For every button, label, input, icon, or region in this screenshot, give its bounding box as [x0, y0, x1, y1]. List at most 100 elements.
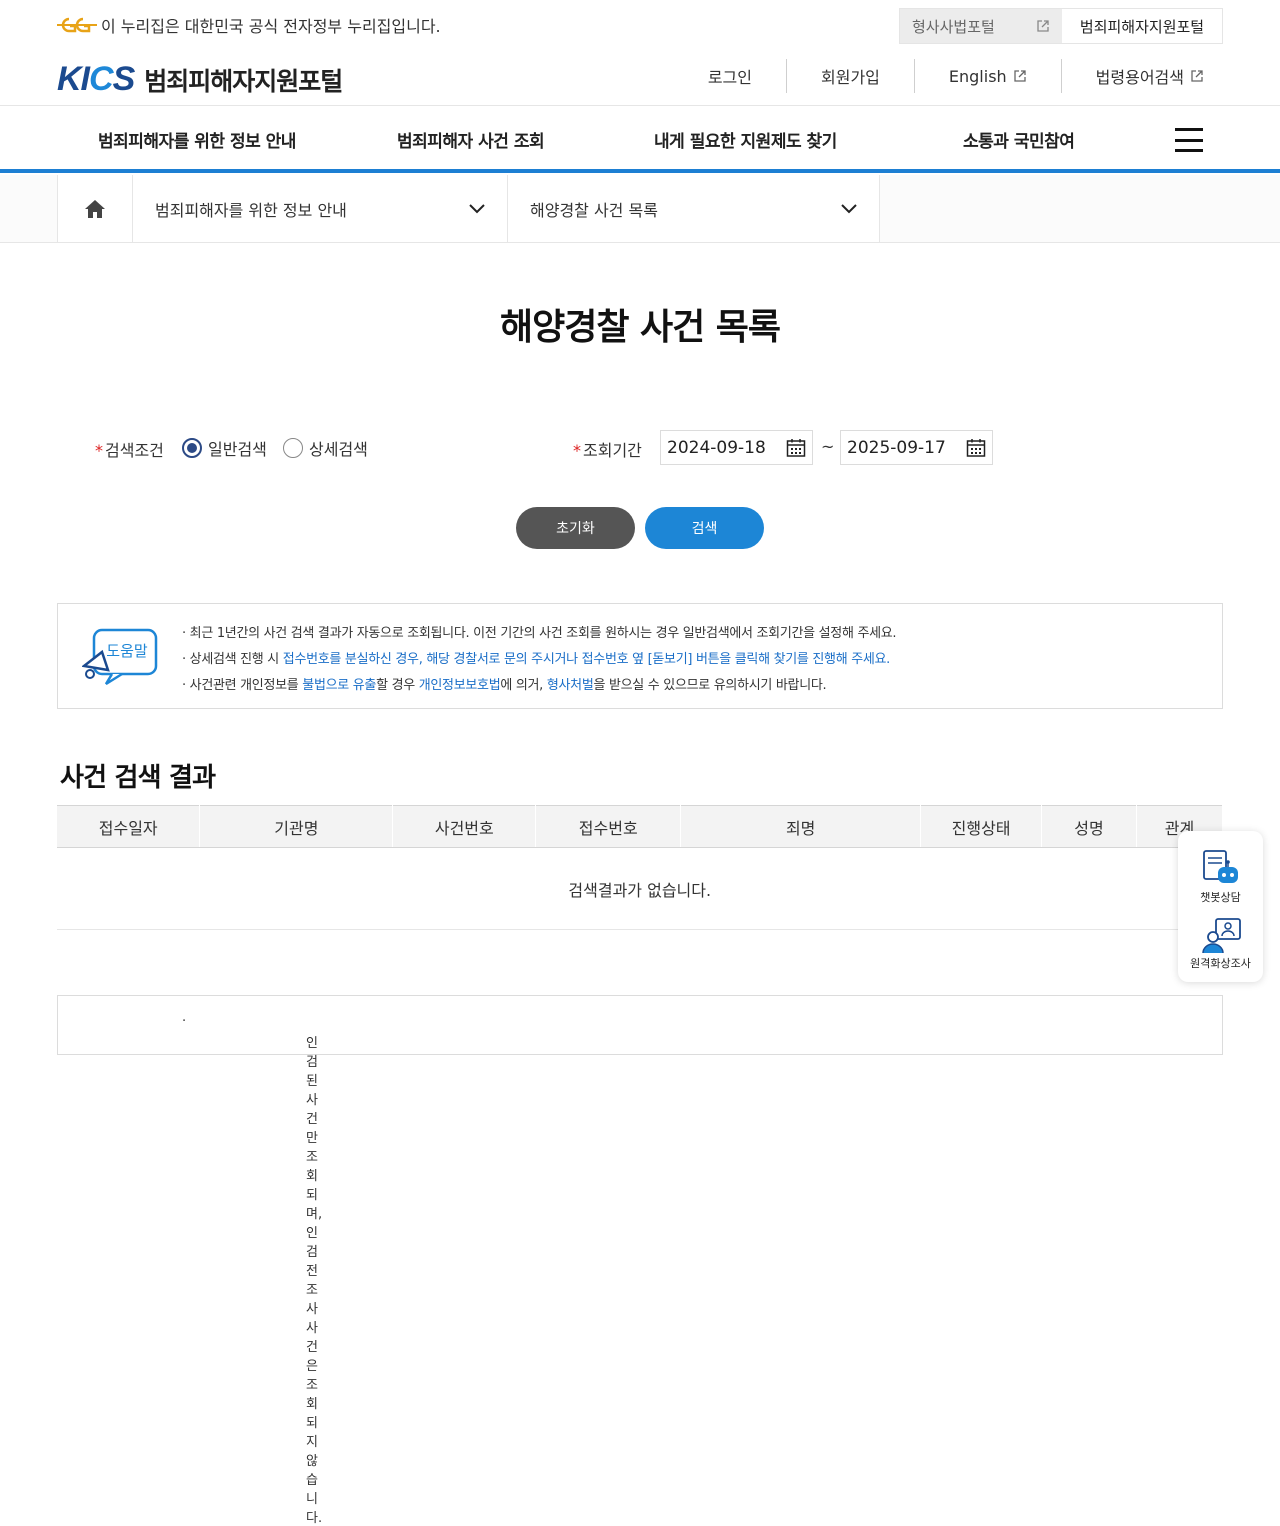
gnb-participation[interactable]: 소통과 국민참여	[963, 127, 1075, 152]
required-mark: *	[95, 441, 103, 460]
help-line-3: · 사건관련 개인정보를 불법으로 유출할 경우 개인정보보호법에 의거, 형사…	[182, 678, 827, 693]
search-condition-label: * 검색조건	[95, 437, 164, 461]
radio-detail-indicator[interactable]	[283, 438, 303, 458]
date-to-value[interactable]: 2025-09-17	[847, 438, 946, 458]
home-button[interactable]	[57, 175, 133, 242]
help-line-3-text: 에 의거,	[500, 678, 547, 693]
help-line-2-text: 상세검색 진행 시	[189, 652, 283, 667]
help2-line-1-text: 인검된 사건만 조회되며, 인검 전 조사 사건은 조회되지 않습니다.	[306, 1036, 323, 1526]
chatbot-icon	[1202, 850, 1238, 883]
date-from-field[interactable]: 2024-09-18	[660, 430, 813, 465]
calendar-icon[interactable]	[966, 438, 986, 458]
radio-detail-search[interactable]: 상세검색	[283, 436, 368, 460]
date-from-value[interactable]: 2024-09-18	[667, 438, 766, 458]
gov-symbol-icon	[57, 17, 97, 33]
remote-video-button[interactable]: 원격화상조사	[1178, 915, 1263, 971]
breadcrumb: 범죄피해자를 위한 정보 안내 해양경찰 사건 목록	[0, 175, 1280, 243]
column-header: 접수일자	[57, 805, 201, 848]
breadcrumb-level2-select[interactable]: 해양경찰 사건 목록	[508, 175, 880, 242]
chatbot-label: 챗봇상담	[1200, 891, 1241, 904]
chatbot-button[interactable]: 챗봇상담	[1178, 849, 1263, 905]
search-form: * 검색조건 일반검색 상세검색 * 조회기간 2024-09-18 ~ 2025-…	[0, 428, 1280, 468]
column-header: 죄명	[680, 805, 922, 848]
chevron-down-icon	[841, 203, 857, 213]
megaphone-help-icon: 도움말	[82, 628, 158, 686]
gnb-case-lookup[interactable]: 범죄피해자 사건 조회	[397, 127, 545, 152]
english-link[interactable]: English	[915, 59, 1062, 93]
site-header: KICS 범죄피해자지원포털 로그인 회원가입 English 법령용어검색	[0, 50, 1280, 106]
site-name: 범죄피해자지원포털	[144, 66, 343, 96]
period-label: * 조회기간	[573, 437, 642, 461]
results-table: 접수일자 기관명 사건번호 접수번호 죄명 진행상태 성명 관계 검색결과가 없…	[57, 805, 1223, 930]
help-line-2: · 상세검색 진행 시 접수번호를 분실하신 경우, 해당 경찰서로 문의 주시…	[182, 652, 891, 667]
breadcrumb-level1-label: 범죄피해자를 위한 정보 안내	[155, 200, 347, 220]
external-link-icon	[1037, 20, 1049, 32]
signup-link[interactable]: 회원가입	[787, 59, 915, 93]
radio-detail-label: 상세검색	[309, 440, 368, 459]
page-title: 해양경찰 사건 목록	[499, 307, 781, 348]
help-lines: · 최근 1년간의 사건 검색 결과가 자동으로 조회됩니다. 이전 기간의 사…	[182, 621, 897, 699]
remote-video-label: 원격화상조사	[1190, 957, 1251, 970]
english-label: English	[948, 66, 1007, 86]
help-line-3-highlight: 개인정보보호법	[418, 678, 501, 693]
results-title: 사건 검색 결과	[60, 763, 216, 793]
help-line-3-text: 할 경우	[376, 678, 419, 693]
link-label: 형사사법포털	[912, 17, 995, 36]
help-line-2-highlight: 접수번호를 분실하신 경우, 해당 경찰서로 문의 주시거나 접수번호 옆 [돋…	[282, 652, 891, 667]
reset-button[interactable]: 초기화	[516, 507, 635, 549]
kics-logo: KICS	[57, 60, 135, 98]
column-header: 접수번호	[535, 805, 682, 848]
date-range-separator: ~	[821, 437, 835, 456]
family-site-links: 형사사법포털 범죄피해자지원포털	[899, 8, 1223, 44]
gnb-victim-info[interactable]: 범죄피해자를 위한 정보 안내	[98, 127, 296, 152]
radio-general-search[interactable]: 일반검색	[182, 436, 267, 460]
external-link-icon	[1014, 70, 1026, 82]
help-box: 도움말 · 최근 1년간의 사건 검색 결과가 자동으로 조회됩니다. 이전 기…	[57, 603, 1223, 709]
login-link[interactable]: 로그인	[674, 59, 787, 93]
gnb-support-finder[interactable]: 내게 필요한 지원제도 찾기	[654, 127, 837, 152]
video-call-icon	[1201, 918, 1241, 954]
search-condition-text: 검색조건	[105, 441, 164, 460]
gov-bar: 이 누리집은 대한민국 공식 전자정부 누리집입니다. 형사사법포털 범죄피해자…	[0, 0, 1280, 50]
empty-results-message: 검색결과가 없습니다.	[57, 847, 1223, 930]
radio-general-indicator[interactable]	[182, 438, 202, 458]
help-line-3-text: 사건관련 개인정보를	[189, 678, 303, 693]
gov-notice: 이 누리집은 대한민국 공식 전자정부 누리집입니다.	[57, 13, 441, 37]
period-text: 조회기간	[583, 441, 642, 460]
link-label: 범죄피해자지원포털	[1079, 17, 1205, 36]
date-to-field[interactable]: 2025-09-17	[840, 430, 993, 465]
table-header-row: 접수일자 기관명 사건번호 접수번호 죄명 진행상태 성명 관계	[57, 805, 1223, 848]
help-line-1: · 최근 1년간의 사건 검색 결과가 자동으로 조회됩니다. 이전 기간의 사…	[182, 626, 897, 641]
column-header: 사건번호	[392, 805, 537, 848]
legal-term-search-link[interactable]: 법령용어검색	[1062, 59, 1204, 93]
help-box-2: · 인검된 사건만 조회되며, 인검 전 조사 사건은 조회되지 않습니다.	[57, 995, 1223, 1526]
gov-notice-text: 이 누리집은 대한민국 공식 전자정부 누리집입니다.	[101, 17, 441, 36]
main-navigation: 범죄피해자를 위한 정보 안내 범죄피해자 사건 조회 내게 필요한 지원제도 …	[0, 107, 1280, 173]
external-link-icon	[1191, 70, 1203, 82]
utility-menu: 로그인 회원가입 English 법령용어검색	[674, 59, 1204, 93]
link-victim-support-portal[interactable]: 범죄피해자지원포털	[1062, 9, 1222, 43]
search-button[interactable]: 검색	[645, 507, 764, 549]
help-icon-text: 도움말	[106, 642, 148, 660]
calendar-icon[interactable]	[786, 438, 806, 458]
table-row: 검색결과가 없습니다.	[57, 847, 1223, 930]
legal-term-label: 법령용어검색	[1095, 68, 1184, 87]
radio-general-label: 일반검색	[208, 440, 267, 459]
column-header: 성명	[1041, 805, 1137, 848]
column-header: 진행상태	[920, 805, 1043, 848]
column-header: 기관명	[199, 805, 394, 848]
link-criminal-justice-portal[interactable]: 형사사법포털	[900, 9, 1062, 43]
help2-line-1: · 인검된 사건만 조회되며, 인검 전 조사 사건은 조회되지 않습니다.	[182, 1014, 323, 1526]
help-line-3-text: 을 받으실 수 있으므로 유의하시기 바랍니다.	[593, 678, 827, 693]
menu-icon[interactable]	[1175, 128, 1203, 152]
site-logo[interactable]: KICS 범죄피해자지원포털	[57, 60, 343, 99]
quick-menu: 챗봇상담 원격화상조사	[1178, 831, 1263, 982]
login-label: 로그인	[707, 68, 752, 87]
chevron-down-icon	[469, 203, 485, 213]
signup-label: 회원가입	[821, 68, 880, 87]
help-line-1-text: 최근 1년간의 사건 검색 결과가 자동으로 조회됩니다. 이전 기간의 사건 …	[189, 626, 897, 641]
breadcrumb-level1-select[interactable]: 범죄피해자를 위한 정보 안내	[133, 175, 508, 242]
breadcrumb-level2-label: 해양경찰 사건 목록	[530, 200, 658, 220]
required-mark: *	[573, 441, 581, 460]
help-line-3-highlight: 불법으로 유출	[302, 678, 377, 693]
